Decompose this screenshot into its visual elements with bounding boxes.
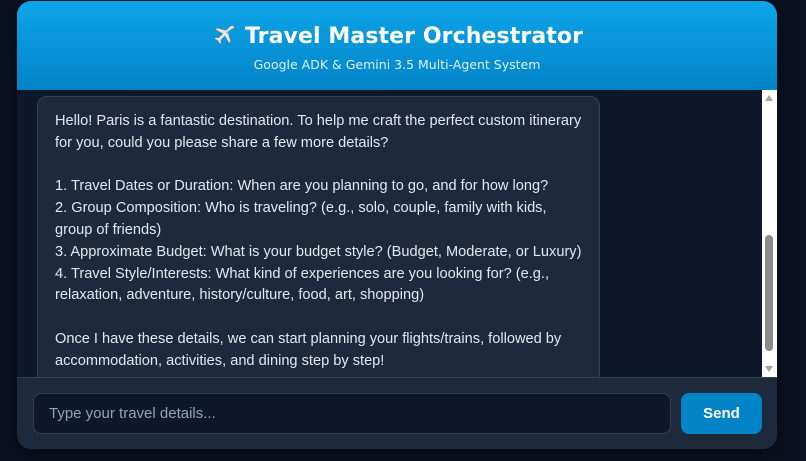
app-subtitle: Google ADK & Gemini 3.5 Multi-Agent Syst… — [253, 57, 541, 72]
scroll-up-arrow-icon[interactable] — [765, 95, 773, 101]
scroll-down-arrow-icon[interactable] — [765, 366, 773, 372]
message-line: 3. Approximate Budget: What is your budg… — [55, 243, 582, 260]
send-button[interactable]: Send — [681, 393, 762, 434]
travel-details-input[interactable] — [33, 393, 671, 434]
app-window: Travel Master Orchestrator Google ADK & … — [17, 1, 777, 449]
airplane-icon — [211, 23, 237, 49]
message-line: Once I have these details, we can start … — [55, 330, 562, 369]
chat-history[interactable]: Hello! Paris is a fantastic destination.… — [17, 90, 777, 377]
chat-scrollbar[interactable] — [762, 90, 777, 377]
input-bar: Send — [17, 377, 777, 449]
app-title: Travel Master Orchestrator — [244, 23, 584, 49]
message-line: 4. Travel Style/Interests: What kind of … — [55, 265, 549, 304]
header: Travel Master Orchestrator Google ADK & … — [17, 1, 777, 90]
scrollbar-thumb[interactable] — [765, 235, 773, 351]
message-line: 1. Travel Dates or Duration: When are yo… — [55, 178, 549, 195]
assistant-message: Hello! Paris is a fantastic destination.… — [37, 96, 600, 377]
message-line: 2. Group Composition: Who is traveling? … — [55, 200, 547, 238]
title-row: Travel Master Orchestrator — [17, 23, 777, 49]
message-line: Hello! Paris is a fantastic destination.… — [55, 113, 582, 151]
